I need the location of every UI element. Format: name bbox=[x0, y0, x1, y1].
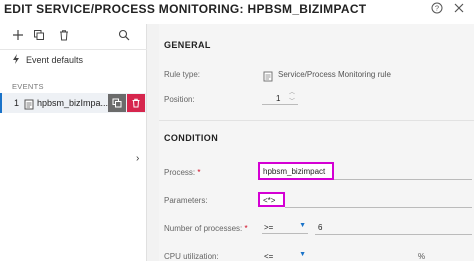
parameters-input[interactable]: <*> bbox=[258, 192, 285, 207]
position-increment-icon[interactable]: ︿ bbox=[289, 90, 295, 96]
cpu-operator-select[interactable]: <= ▼ bbox=[262, 250, 308, 261]
parameters-input-value: <*> bbox=[263, 196, 276, 205]
num-processes-label: Number of processes: * bbox=[164, 224, 248, 233]
copy-icon bbox=[112, 98, 122, 108]
cpu-utilization-input[interactable] bbox=[315, 250, 415, 261]
cpu-utilization-label: CPU utilization: bbox=[164, 252, 219, 261]
event-name: hpbsm_bizImpa... bbox=[37, 98, 109, 108]
general-heading: GENERAL bbox=[164, 40, 211, 50]
close-icon[interactable] bbox=[452, 1, 466, 15]
position-value: 1 bbox=[276, 94, 281, 103]
copy-event-button[interactable] bbox=[108, 94, 126, 112]
sidebar-toolbar bbox=[0, 24, 147, 46]
dialog-title: EDIT SERVICE/PROCESS MONITORING: HPBSM_B… bbox=[4, 2, 367, 16]
process-underline bbox=[334, 166, 472, 180]
position-label: Position: bbox=[164, 95, 195, 104]
trash-icon[interactable] bbox=[56, 27, 72, 43]
chevron-down-icon: ▼ bbox=[299, 222, 306, 229]
process-input-value: hpbsm_bizimpact bbox=[263, 167, 326, 176]
event-index: 1 bbox=[14, 98, 20, 108]
cpu-operator-value: <= bbox=[264, 252, 274, 261]
rule-icon bbox=[24, 97, 34, 115]
lightning-icon bbox=[12, 54, 20, 66]
process-input[interactable]: hpbsm_bizimpact bbox=[258, 162, 334, 180]
event-defaults-item[interactable]: Event defaults bbox=[12, 54, 83, 66]
rule-editor: GENERAL Rule type: Service/Process Monit… bbox=[159, 24, 474, 261]
required-marker: * bbox=[244, 224, 248, 233]
rule-type-value: Service/Process Monitoring rule bbox=[278, 70, 391, 79]
help-icon[interactable]: ? bbox=[430, 1, 444, 15]
add-icon[interactable] bbox=[10, 27, 26, 43]
position-decrement-icon[interactable]: ﹀ bbox=[289, 99, 295, 105]
duplicate-icon[interactable] bbox=[31, 27, 47, 43]
events-heading: EVENTS bbox=[12, 82, 44, 91]
trash-icon bbox=[132, 98, 140, 108]
toolbar-divider bbox=[0, 49, 147, 50]
num-processes-operator-select[interactable]: >= ▼ bbox=[262, 221, 308, 234]
event-list-item[interactable]: 1 hpbsm_bizImpa... bbox=[0, 93, 146, 113]
panel-splitter[interactable] bbox=[147, 24, 159, 261]
delete-event-button[interactable] bbox=[127, 94, 145, 112]
process-label-text: Process: bbox=[164, 168, 196, 177]
num-processes-input[interactable]: 6 bbox=[315, 221, 472, 235]
parameters-underline bbox=[285, 194, 472, 208]
parameters-label: Parameters: bbox=[164, 196, 208, 205]
search-icon[interactable] bbox=[116, 27, 132, 43]
event-defaults-label: Event defaults bbox=[26, 55, 84, 65]
condition-heading: CONDITION bbox=[164, 133, 219, 143]
selection-indicator bbox=[0, 93, 2, 113]
section-divider bbox=[159, 120, 474, 121]
chevron-right-icon[interactable]: › bbox=[136, 153, 139, 164]
cpu-unit: % bbox=[418, 252, 426, 261]
rules-sidebar: Event defaults EVENTS 1 hpbsm_bizImpa...… bbox=[0, 24, 147, 261]
svg-text:?: ? bbox=[435, 4, 439, 13]
required-marker: * bbox=[197, 168, 201, 177]
rule-type-label: Rule type: bbox=[164, 70, 201, 79]
rule-type-icon bbox=[263, 69, 273, 87]
title-bar: EDIT SERVICE/PROCESS MONITORING: HPBSM_B… bbox=[0, 0, 474, 24]
num-processes-value: 6 bbox=[318, 223, 323, 232]
num-processes-operator-value: >= bbox=[264, 223, 274, 232]
num-processes-label-text: Number of processes: bbox=[164, 224, 243, 233]
process-label: Process: * bbox=[164, 168, 200, 177]
position-stepper[interactable]: 1 ︿ ﹀ bbox=[262, 90, 298, 105]
chevron-down-icon: ▼ bbox=[299, 251, 306, 258]
